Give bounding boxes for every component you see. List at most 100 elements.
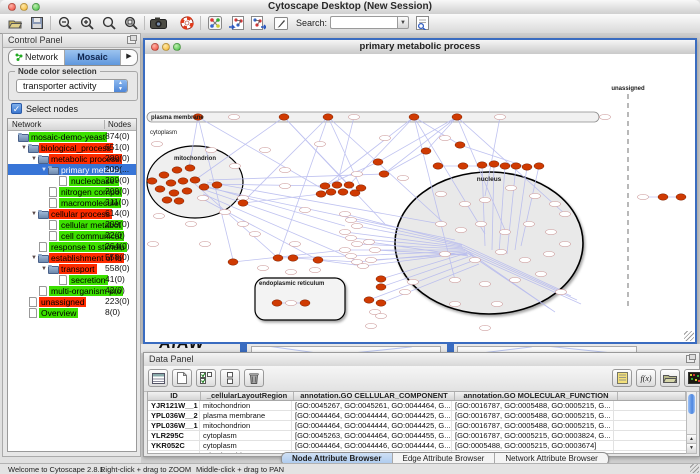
tab-overflow-arrow-icon[interactable]: ▶ xyxy=(121,50,137,65)
attribute-table-icon[interactable] xyxy=(148,369,168,387)
network-tree-item[interactable]: ▼cellular process614(0) xyxy=(8,208,136,219)
label-node[interactable] xyxy=(346,253,357,258)
label-node[interactable] xyxy=(456,227,467,232)
gene-node[interactable] xyxy=(376,300,386,306)
label-node[interactable] xyxy=(346,235,357,240)
label-node[interactable] xyxy=(358,263,369,268)
advanced-search-icon[interactable] xyxy=(414,15,431,31)
label-node[interactable] xyxy=(198,195,209,200)
label-node[interactable] xyxy=(290,241,301,246)
network-tree-item[interactable]: unassigned223(0) xyxy=(8,296,136,307)
label-node[interactable] xyxy=(238,221,249,226)
gene-node[interactable] xyxy=(169,190,179,196)
gene-node[interactable] xyxy=(238,200,248,206)
label-node[interactable] xyxy=(315,141,326,146)
label-node[interactable] xyxy=(440,135,451,140)
gene-node[interactable] xyxy=(279,114,289,120)
gene-node[interactable] xyxy=(477,162,487,168)
gene-node[interactable] xyxy=(174,198,184,204)
help-lifesaver-icon[interactable] xyxy=(178,15,195,31)
label-node[interactable] xyxy=(476,221,487,226)
label-node[interactable] xyxy=(152,141,163,146)
table-row[interactable]: YJR121W__1mitochondrion[GO:0045267, GO:0… xyxy=(148,401,686,411)
column-header[interactable]: annotation.GO CELLULAR_COMPONENT xyxy=(294,392,455,400)
label-node[interactable] xyxy=(200,241,211,246)
label-node[interactable] xyxy=(450,277,461,282)
label-node[interactable] xyxy=(546,229,557,234)
network-tree-item[interactable]: ▼establishment of lo558(0) xyxy=(8,252,136,263)
label-node[interactable] xyxy=(366,323,377,328)
tab-edge-attribute-browser[interactable]: Edge Attribute Browser xyxy=(393,453,496,463)
combo-stepper-icon[interactable]: ▲▼ xyxy=(114,80,127,92)
network-window-resize-grip[interactable] xyxy=(684,331,694,341)
label-node[interactable] xyxy=(260,147,271,152)
label-node[interactable] xyxy=(492,301,503,306)
network-tree-item[interactable]: cellular metabol209(0) xyxy=(8,219,136,230)
network-tree-item[interactable]: mosaic-demo-yeast874(0) xyxy=(8,131,136,142)
network-tree-item[interactable]: cell communicat22(0) xyxy=(8,230,136,241)
gene-node[interactable] xyxy=(534,163,544,169)
label-node[interactable] xyxy=(148,241,159,246)
label-node[interactable] xyxy=(408,279,419,284)
gene-node[interactable] xyxy=(676,194,686,200)
select-nodes-checkbox[interactable]: ✓ xyxy=(11,103,22,114)
app-resize-grip[interactable] xyxy=(690,464,699,473)
gene-node[interactable] xyxy=(313,257,323,263)
label-node[interactable] xyxy=(500,229,511,234)
import-network-icon[interactable] xyxy=(228,15,245,31)
gene-node[interactable] xyxy=(147,178,157,184)
float-panel-icon[interactable] xyxy=(686,355,695,363)
gene-node[interactable] xyxy=(320,183,330,189)
tab-network[interactable]: Network xyxy=(9,50,65,65)
label-node[interactable] xyxy=(349,114,360,119)
label-node[interactable] xyxy=(440,251,451,256)
formula-builder-icon[interactable]: f(x) xyxy=(636,369,656,387)
table-scrollbar[interactable]: ▲ ▼ xyxy=(686,391,697,454)
label-node[interactable] xyxy=(352,223,363,228)
label-node[interactable] xyxy=(536,271,547,276)
gene-node[interactable] xyxy=(182,188,192,194)
vizmapper-icon[interactable] xyxy=(206,15,223,31)
network-window-titlebar[interactable]: primary metabolic process xyxy=(145,40,695,55)
label-node[interactable] xyxy=(480,197,491,202)
gene-node[interactable] xyxy=(433,163,443,169)
select-attributes-icon[interactable] xyxy=(196,369,216,387)
gene-node[interactable] xyxy=(159,172,169,178)
label-node[interactable] xyxy=(206,147,217,152)
label-node[interactable] xyxy=(154,213,165,218)
gene-node[interactable] xyxy=(162,197,172,203)
gene-node[interactable] xyxy=(344,182,354,188)
gene-node[interactable] xyxy=(273,255,283,261)
label-node[interactable] xyxy=(495,114,506,119)
label-node[interactable] xyxy=(480,281,491,286)
network-tree-item[interactable]: multi-organism pro42(0) xyxy=(8,285,136,296)
label-node[interactable] xyxy=(506,185,517,190)
column-header[interactable]: annotation.GO MOLECULAR_FUNCTION xyxy=(455,392,618,400)
label-node[interactable] xyxy=(364,239,375,244)
label-node[interactable] xyxy=(352,241,363,246)
label-node[interactable] xyxy=(556,289,567,294)
label-node[interactable] xyxy=(229,114,240,119)
gene-node[interactable] xyxy=(288,255,298,261)
label-node[interactable] xyxy=(436,221,447,226)
gene-node[interactable] xyxy=(522,164,532,170)
open-file-icon[interactable] xyxy=(6,15,23,31)
gene-node[interactable] xyxy=(323,114,333,120)
network-tree-item[interactable]: nucleobase-209(0) xyxy=(8,175,136,186)
label-node[interactable] xyxy=(600,114,611,119)
tab-node-attribute-browser[interactable]: Node Attribute Browser xyxy=(282,453,393,463)
gene-node[interactable] xyxy=(658,194,668,200)
gene-node[interactable] xyxy=(452,114,462,120)
gene-node[interactable] xyxy=(356,185,366,191)
zoom-out-icon[interactable] xyxy=(56,15,73,31)
label-node[interactable] xyxy=(496,249,507,254)
label-node[interactable] xyxy=(186,221,197,226)
label-node[interactable] xyxy=(280,183,291,188)
network-tree-item[interactable]: ▼metabolic process280(0) xyxy=(8,153,136,164)
network-tree-item[interactable]: secretion41(0) xyxy=(8,274,136,285)
tab-network-attribute-browser[interactable]: Network Attribute Browser xyxy=(495,453,607,463)
label-node[interactable] xyxy=(460,201,471,206)
gene-node[interactable] xyxy=(421,148,431,154)
scrollbar-thumb[interactable] xyxy=(688,394,695,414)
label-node[interactable] xyxy=(524,221,535,226)
